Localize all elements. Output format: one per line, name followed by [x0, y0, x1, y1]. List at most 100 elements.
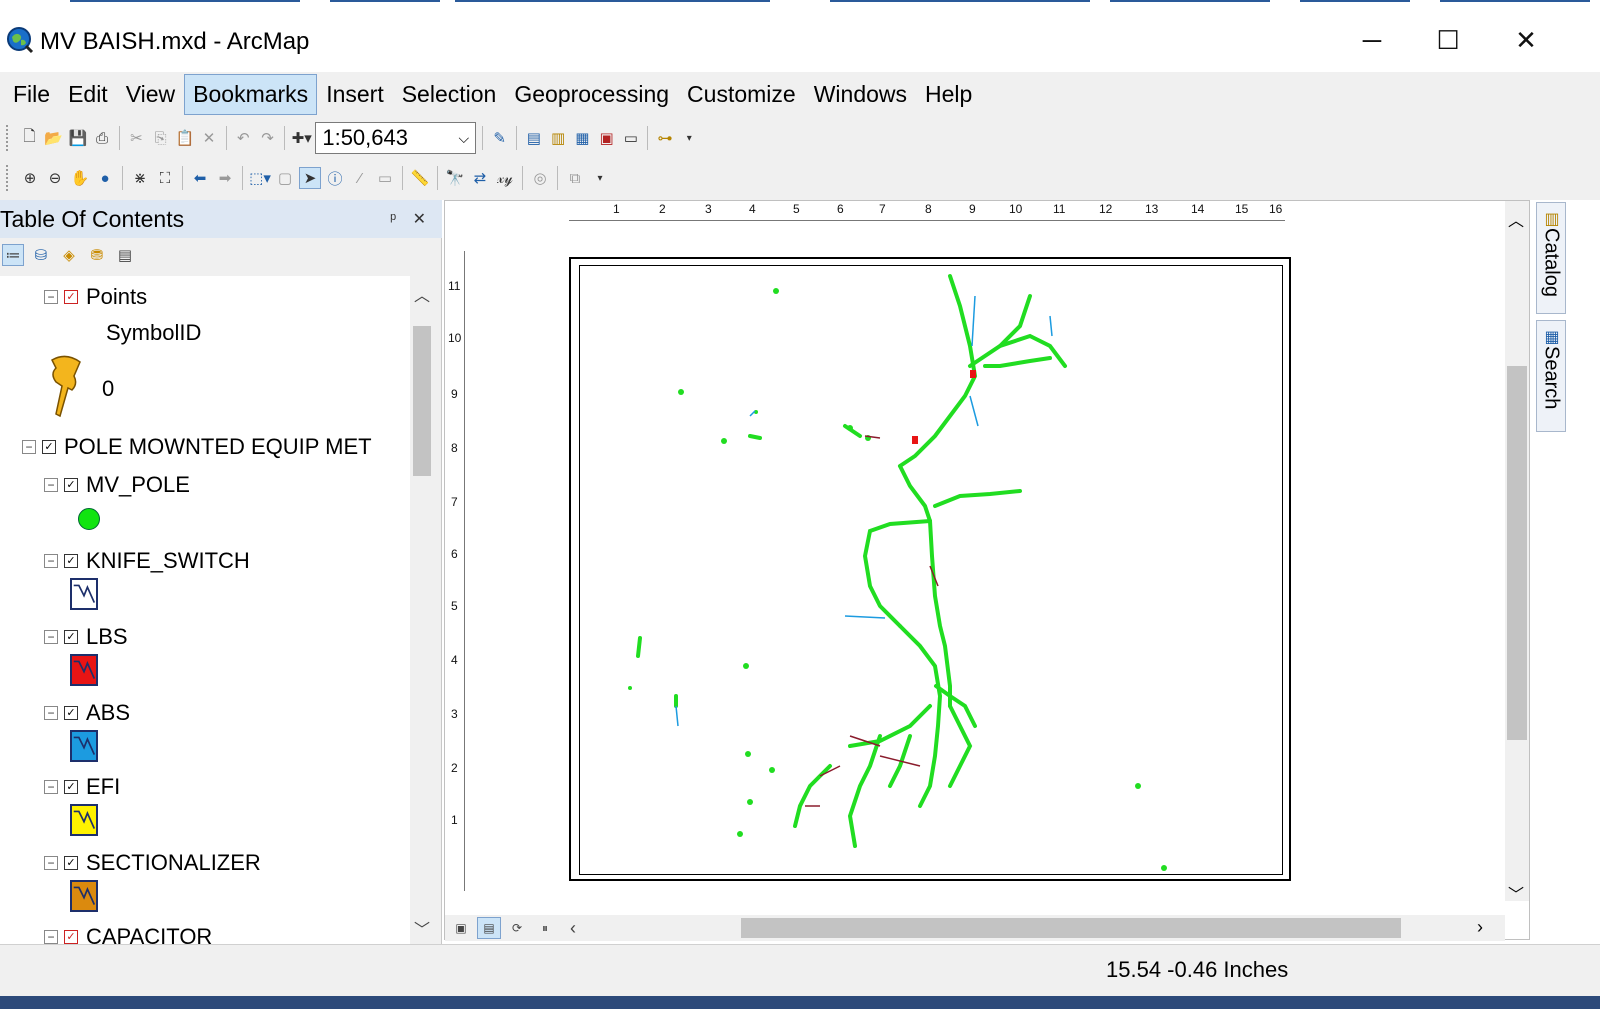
paste-icon[interactable]: 📋	[174, 127, 195, 149]
new-document-icon[interactable]: 🗋	[19, 127, 40, 149]
catalog-window-icon[interactable]: ▥	[548, 127, 569, 149]
table-of-contents-icon[interactable]: ▤	[523, 127, 544, 149]
scroll-right-icon[interactable]: ›	[1477, 917, 1483, 938]
scroll-down-icon[interactable]: ﹀	[412, 916, 432, 939]
layout-view[interactable]: 1 2 3 4 5 6 7 8 9 10 11 12 13 14 15 16 1…	[444, 200, 1530, 941]
collapse-icon[interactable]: −	[44, 856, 58, 870]
layout-page[interactable]	[569, 257, 1291, 881]
data-view-icon[interactable]: ▣	[449, 917, 473, 939]
collapse-icon[interactable]: −	[44, 630, 58, 644]
collapse-icon[interactable]: −	[44, 478, 58, 492]
layer-visibility-checkbox[interactable]: ✓	[64, 706, 78, 720]
menu-windows[interactable]: Windows	[805, 74, 916, 115]
layer-lbs[interactable]: − ✓ LBS	[44, 624, 128, 650]
list-by-visibility-icon[interactable]: ◈	[58, 244, 80, 266]
html-popup-icon[interactable]: ▭	[374, 167, 396, 189]
collapse-icon[interactable]: −	[44, 930, 58, 944]
undo-icon[interactable]: ↶	[233, 127, 254, 149]
layer-visibility-checkbox[interactable]: ✓	[42, 440, 56, 454]
search-window-icon[interactable]: ▦	[572, 127, 593, 149]
zoom-in-icon[interactable]: ⊕	[19, 167, 41, 189]
back-arrow-icon[interactable]: ⬅	[189, 167, 211, 189]
collapse-icon[interactable]: −	[22, 440, 36, 454]
menu-view[interactable]: View	[117, 74, 184, 115]
identify-icon[interactable]: ⓘ	[324, 167, 346, 189]
layer-visibility-checkbox[interactable]: ✓	[64, 780, 78, 794]
list-by-drawing-order-icon[interactable]: ≔	[2, 244, 24, 266]
open-folder-icon[interactable]: 📂	[43, 127, 64, 149]
minimize-button[interactable]: ─	[1344, 20, 1400, 60]
menu-edit[interactable]: Edit	[59, 74, 117, 115]
layer-visibility-checkbox[interactable]: ✓	[64, 290, 78, 304]
close-button[interactable]: ✕	[1498, 20, 1554, 60]
full-extent-globe-icon[interactable]: ●	[94, 167, 116, 189]
find-route-icon[interactable]: ⇄	[469, 167, 491, 189]
zoom-out-icon[interactable]: ⊖	[44, 167, 66, 189]
find-binoculars-icon[interactable]: 🔭	[444, 167, 466, 189]
scroll-left-icon[interactable]: ‹	[561, 917, 585, 939]
layer-efi[interactable]: − ✓ EFI	[44, 774, 120, 800]
layer-visibility-checkbox[interactable]: ✓	[64, 930, 78, 944]
print-icon[interactable]: ⎙	[92, 127, 113, 149]
cut-icon[interactable]: ✂	[126, 127, 147, 149]
collapse-icon[interactable]: −	[44, 290, 58, 304]
pan-hand-icon[interactable]: ✋	[69, 167, 91, 189]
scrollbar-thumb[interactable]	[1507, 366, 1527, 740]
map-vertical-scrollbar[interactable]: ︿ ﹀	[1505, 201, 1529, 904]
menu-customize[interactable]: Customize	[678, 74, 805, 115]
layer-knife-switch[interactable]: − ✓ KNIFE_SWITCH	[44, 548, 250, 574]
time-slider-icon[interactable]: ◎	[529, 167, 551, 189]
layer-group-pole-mounted-equip[interactable]: − ✓ POLE MOWNTED EQUIP MET	[22, 434, 372, 460]
menu-selection[interactable]: Selection	[393, 74, 506, 115]
fixed-zoom-out-icon[interactable]: ⛶	[154, 167, 176, 189]
data-frame[interactable]	[579, 265, 1283, 875]
scroll-up-icon[interactable]: ︿	[1508, 207, 1524, 231]
layer-visibility-checkbox[interactable]: ✓	[64, 554, 78, 568]
layout-view-icon[interactable]: ▤	[477, 917, 501, 939]
scrollbar-thumb[interactable]	[413, 326, 431, 476]
layer-abs[interactable]: − ✓ ABS	[44, 700, 130, 726]
save-icon[interactable]: 💾	[67, 127, 88, 149]
redo-icon[interactable]: ↷	[257, 127, 278, 149]
copy-icon[interactable]: ⎘	[150, 127, 171, 149]
search-tab[interactable]: ▦ Search	[1536, 320, 1566, 432]
editor-toolbar-icon[interactable]: ✎	[489, 127, 510, 149]
pause-drawing-icon[interactable]: ⏸	[533, 917, 557, 939]
clear-selection-icon[interactable]: ▢	[274, 167, 296, 189]
arctoolbox-icon[interactable]: ▣	[596, 127, 617, 149]
go-to-xy-icon[interactable]: 𝓍𝓎	[494, 167, 516, 189]
list-by-selection-icon[interactable]: ⛃	[86, 244, 108, 266]
refresh-view-icon[interactable]: ⟳	[505, 917, 529, 939]
toc-vertical-scrollbar[interactable]: ︿ ﹀	[410, 276, 434, 944]
layer-visibility-checkbox[interactable]: ✓	[64, 856, 78, 870]
forward-arrow-icon[interactable]: ➡	[214, 167, 236, 189]
collapse-icon[interactable]: −	[44, 554, 58, 568]
delete-icon[interactable]: ✕	[198, 127, 219, 149]
catalog-tab[interactable]: ▥ Catalog	[1536, 202, 1566, 314]
fixed-zoom-in-icon[interactable]: ⋇	[129, 167, 151, 189]
collapse-icon[interactable]: −	[44, 706, 58, 720]
scroll-down-icon[interactable]: ﹀	[1508, 881, 1524, 905]
layer-sectionalizer[interactable]: − ✓ SECTIONALIZER	[44, 850, 261, 876]
layer-points[interactable]: − ✓ Points	[44, 284, 147, 310]
menu-bookmarks[interactable]: Bookmarks	[184, 73, 318, 115]
toolbar-options-icon[interactable]: ▾	[679, 127, 700, 149]
menu-insert[interactable]: Insert	[317, 74, 393, 115]
modelbuilder-icon[interactable]: ⊶	[654, 127, 675, 149]
menu-geoprocessing[interactable]: Geoprocessing	[505, 74, 678, 115]
menu-file[interactable]: File	[4, 74, 59, 115]
layer-mv-pole[interactable]: − ✓ MV_POLE	[44, 472, 190, 498]
map-scale-combobox[interactable]: 1:50,643 ⌵	[315, 122, 477, 154]
create-viewer-icon[interactable]: ⧉	[564, 167, 586, 189]
scrollbar-thumb[interactable]	[741, 918, 1401, 938]
layer-visibility-checkbox[interactable]: ✓	[64, 630, 78, 644]
hyperlink-icon[interactable]: ⁄	[349, 167, 371, 189]
list-by-source-icon[interactable]: ⛁	[30, 244, 52, 266]
measure-icon[interactable]: 📏	[409, 167, 431, 189]
python-window-icon[interactable]: ▭	[620, 127, 641, 149]
toolbar-options-icon[interactable]: ▾	[589, 167, 611, 189]
chevron-down-icon[interactable]: ⌵	[458, 130, 469, 147]
collapse-icon[interactable]: −	[44, 780, 58, 794]
maximize-button[interactable]: ☐	[1420, 20, 1476, 60]
select-features-icon[interactable]: ⬚▾	[249, 167, 271, 189]
